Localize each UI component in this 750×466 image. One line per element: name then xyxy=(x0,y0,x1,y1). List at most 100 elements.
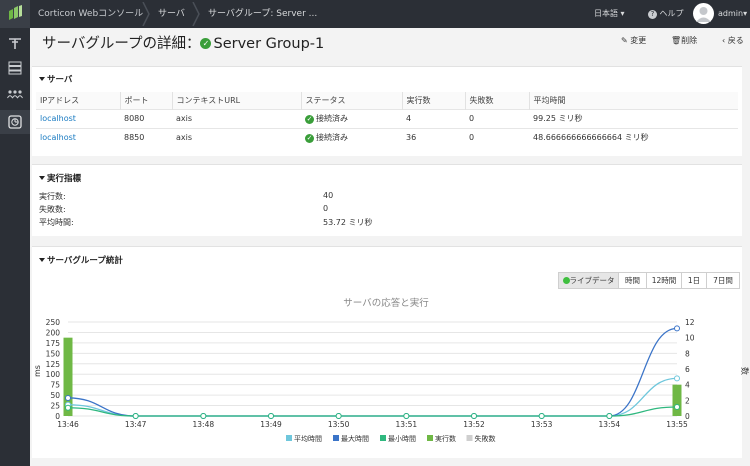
top-bar: Corticon Webコンソール サーバ サーバグループ: Server ..… xyxy=(0,0,750,28)
series-point-最小時間[interactable] xyxy=(471,413,477,419)
series-point-最小時間[interactable] xyxy=(132,413,139,419)
y-tick-label: 100 xyxy=(46,370,61,379)
chart-title: サーバの応答と実行 xyxy=(343,297,429,309)
series-point-最小時間[interactable] xyxy=(200,413,207,419)
caret-down-icon xyxy=(39,258,45,262)
sidebar-item-servers[interactable] xyxy=(0,56,30,80)
legend-item[interactable]: 最大時間 xyxy=(341,434,369,443)
y-tick-label: 125 xyxy=(46,360,61,369)
server-link[interactable]: localhost xyxy=(40,133,76,142)
connected-check-icon: ✓ xyxy=(200,38,212,49)
series-point-最小時間[interactable] xyxy=(65,404,71,411)
series-point-最小時間[interactable] xyxy=(268,413,274,419)
x-tick-label: 13:46 xyxy=(57,420,79,429)
server-link[interactable]: localhost xyxy=(40,114,76,123)
range-label: 7日間 xyxy=(713,276,733,285)
y2-axis-label: 数 xyxy=(740,367,750,375)
series-point-最大時間[interactable] xyxy=(674,325,680,332)
language-menu[interactable]: 日本語 ▾ xyxy=(594,0,625,28)
help-label: ヘルプ xyxy=(659,9,684,18)
range-live-button[interactable]: ライブデータ xyxy=(558,272,619,289)
delete-label: 削除 xyxy=(681,36,698,45)
servers-table: IPアドレス ポート コンテキストURL ステータス 実行数 失敗数 平均時間 … xyxy=(36,92,738,147)
servers-heading: サーバ xyxy=(47,75,73,85)
series-point-最小時間[interactable] xyxy=(606,413,613,419)
user-menu[interactable]: admin▾ xyxy=(718,0,747,28)
metrics-section-toggle[interactable]: 実行指標 xyxy=(39,172,81,184)
metric-value: 53.72 ミリ秒 xyxy=(323,218,373,227)
column-header[interactable]: ステータス xyxy=(301,92,403,109)
column-header[interactable]: 実行数 xyxy=(402,92,466,109)
series-point-最小時間[interactable] xyxy=(403,413,410,419)
series-point-最小時間[interactable] xyxy=(335,413,342,419)
back-button[interactable]: ‹ 戻る xyxy=(722,35,744,46)
sidebar-item-monitor[interactable] xyxy=(0,110,30,134)
series-point-最小時間[interactable] xyxy=(674,403,680,410)
legend-item[interactable]: 最小時間 xyxy=(388,434,416,443)
help-link[interactable]: ? ヘルプ xyxy=(648,0,684,28)
legend-item[interactable]: 失敗数 xyxy=(475,434,496,443)
table-row: localhost 8850 axis ✓ 接続済み 36 0 48.666666… xyxy=(36,127,738,147)
status-text: 接続済み xyxy=(316,133,348,143)
metric-label: 実行数: xyxy=(39,192,66,201)
avg-time-cell: 48.666666666666664 ミリ秒 xyxy=(529,127,738,147)
y2-tick-label: 4 xyxy=(685,381,690,390)
table-row: localhost 8080 axis ✓ 接続済み 4 0 99.25 ミリ秒 xyxy=(36,108,738,128)
sidebar-item-users[interactable] xyxy=(0,82,30,106)
series-line-最小時間 xyxy=(67,406,678,417)
y2-tick-label: 2 xyxy=(685,396,690,405)
avatar[interactable] xyxy=(693,3,714,24)
column-header[interactable]: IPアドレス xyxy=(36,92,121,109)
edit-icon: ✎ xyxy=(621,36,628,45)
bar-実行数 xyxy=(672,384,682,416)
column-header[interactable]: コンテキストURL xyxy=(172,92,302,109)
caret-down-icon xyxy=(39,176,45,180)
page-title-group-name: Server Group-1 xyxy=(213,36,325,52)
user-icon xyxy=(696,7,711,22)
metric-label: 失敗数: xyxy=(39,205,66,214)
servers-section-toggle[interactable]: サーバ xyxy=(39,73,72,85)
y-tick-label: 50 xyxy=(50,391,60,400)
legend-item[interactable]: 平均時間 xyxy=(294,434,322,443)
range-hour-button[interactable]: 時間 xyxy=(618,272,647,289)
series-point-最小時間[interactable] xyxy=(538,413,545,419)
series-point-平均時間[interactable] xyxy=(674,375,680,382)
column-header[interactable]: 平均時間 xyxy=(529,92,738,109)
x-tick-label: 13:51 xyxy=(396,420,418,429)
legend-swatch xyxy=(286,435,292,441)
port-cell: 8850 xyxy=(120,127,172,147)
range-1d-button[interactable]: 1日 xyxy=(681,272,707,289)
breadcrumb-server-group[interactable]: サーバグループ: Server ... xyxy=(208,0,317,28)
series-line-平均時間 xyxy=(67,377,678,417)
servers-panel: サーバ IPアドレス ポート コンテキストURL ステータス 実行数 失敗数 平… xyxy=(32,66,742,156)
column-header[interactable]: ポート xyxy=(120,92,173,109)
delete-button[interactable]: 🗑削除 xyxy=(671,35,697,46)
y2-tick-label: 10 xyxy=(685,334,695,343)
range-label: ライブデータ xyxy=(569,276,615,285)
series-line-最大時間 xyxy=(67,327,678,417)
corticon-logo[interactable] xyxy=(0,0,30,28)
range-label: 1日 xyxy=(687,276,701,285)
legend-item[interactable]: 実行数 xyxy=(435,434,456,443)
rules-icon xyxy=(9,38,21,49)
stats-section-toggle[interactable]: サーバグループ統計 xyxy=(39,254,123,266)
y-axis-label: ms xyxy=(33,365,42,377)
connected-check-icon: ✓ xyxy=(305,134,314,144)
x-tick-label: 13:54 xyxy=(599,420,621,429)
y-tick-label: 150 xyxy=(46,349,61,358)
series-point-最大時間[interactable] xyxy=(65,394,71,401)
column-header[interactable]: 失敗数 xyxy=(465,92,530,109)
breadcrumb-servers[interactable]: サーバ xyxy=(158,0,185,28)
context-cell: axis xyxy=(172,108,301,128)
y-tick-label: 200 xyxy=(46,328,61,337)
chevron-down-icon: ▾ xyxy=(620,9,625,18)
connected-check-icon: ✓ xyxy=(305,115,314,124)
legend-swatch xyxy=(380,435,386,441)
range-7d-button[interactable]: 7日間 xyxy=(706,272,740,289)
sidebar-item-rules[interactable] xyxy=(0,32,30,56)
metrics-panel: 実行指標 実行数: 40 失敗数: 0 平均時間: 53.72 ミリ秒 xyxy=(32,164,742,236)
range-12h-button[interactable]: 12時間 xyxy=(646,272,682,289)
edit-button[interactable]: ✎ 変更 xyxy=(621,35,646,46)
app-title[interactable]: Corticon Webコンソール xyxy=(38,0,143,28)
users-icon xyxy=(7,90,23,99)
